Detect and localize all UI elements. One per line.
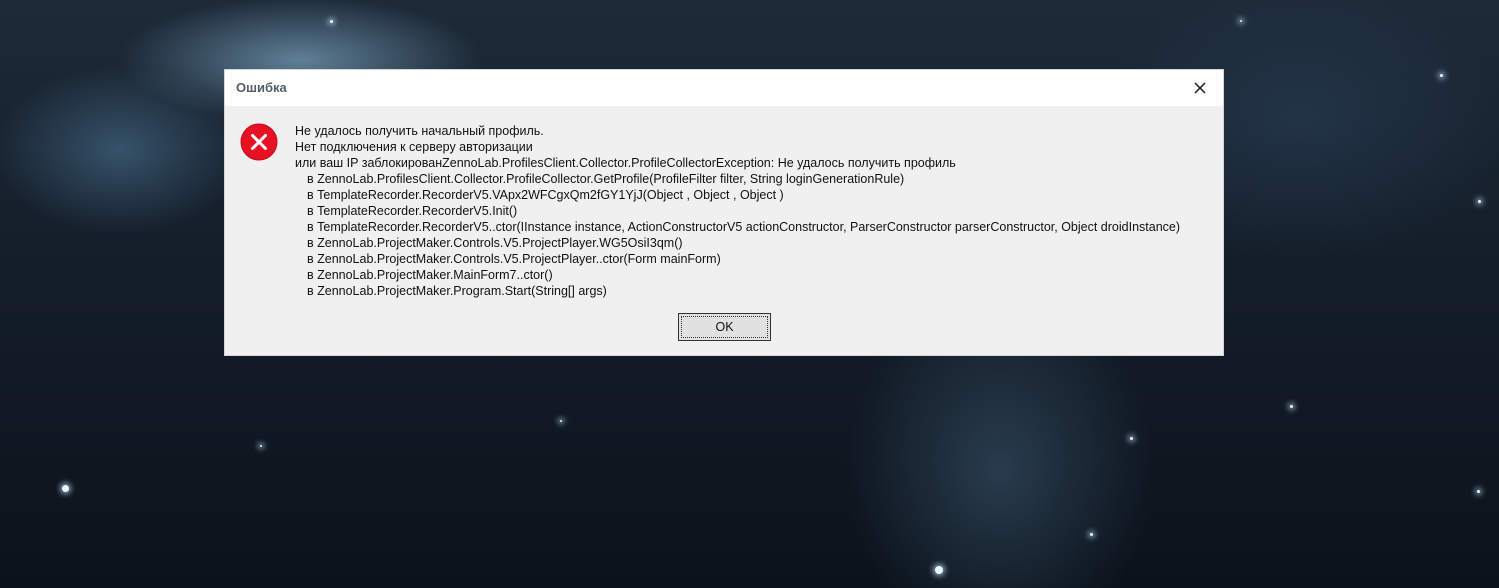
star (560, 420, 562, 422)
star (935, 566, 943, 574)
star (1440, 74, 1443, 77)
stack-trace-line: в ZennoLab.ProjectMaker.Controls.V5.Proj… (307, 236, 683, 250)
error-message: Не удалось получить начальный профиль. Н… (295, 123, 1180, 299)
star (1130, 437, 1133, 440)
message-line: или ваш IP заблокированZennoLab.Profiles… (295, 156, 956, 170)
dialog-titlebar: Ошибка (225, 70, 1223, 106)
star (62, 485, 69, 492)
star (1477, 490, 1480, 493)
message-line: Нет подключения к серверу авторизации (295, 140, 533, 154)
close-icon (1194, 82, 1206, 94)
close-button[interactable] (1177, 70, 1223, 106)
stack-trace-line: в TemplateRecorder.RecorderV5.Init() (307, 204, 518, 218)
stack-trace-line: в TemplateRecorder.RecorderV5..ctor(IIns… (307, 220, 1181, 234)
star (1478, 200, 1481, 203)
star (1290, 405, 1293, 408)
star (1240, 20, 1242, 22)
star (260, 445, 262, 447)
dialog-title: Ошибка (236, 80, 287, 95)
error-icon (240, 123, 278, 161)
stack-trace-line: в ZennoLab.ProjectMaker.Controls.V5.Proj… (307, 252, 721, 266)
stack-trace-line: в ZennoLab.ProjectMaker.Program.Start(St… (307, 284, 607, 298)
error-dialog: Ошибка Не удалось получить начальный про… (224, 69, 1224, 356)
stack-trace-line: в ZennoLab.ProfilesClient.Collector.Prof… (307, 172, 905, 186)
stack-trace-line: в TemplateRecorder.RecorderV5.VApx2WFCgx… (307, 188, 784, 202)
dialog-content: Не удалось получить начальный профиль. Н… (225, 106, 1223, 357)
stack-trace-line: в ZennoLab.ProjectMaker.MainForm7..ctor(… (307, 268, 553, 282)
star (1090, 533, 1093, 536)
star (330, 20, 333, 23)
message-line: Не удалось получить начальный профиль. (295, 124, 544, 138)
ok-button[interactable]: OK (678, 313, 771, 341)
